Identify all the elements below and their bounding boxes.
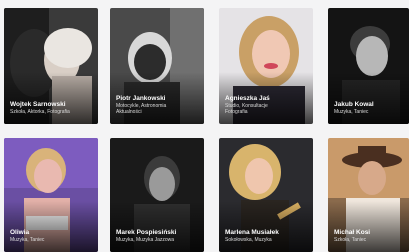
card-caption: Marlena Musiałek Sokołowska, Muzyka bbox=[225, 229, 309, 243]
card-caption: Oliwia Muzyka, Taniec bbox=[10, 229, 94, 243]
profile-name: Michał Kosi bbox=[334, 229, 371, 236]
profile-name: Piotr Jankowski bbox=[116, 95, 166, 102]
profile-card[interactable]: Piotr Jankowski Motocykle, Astronomia Ak… bbox=[110, 8, 204, 124]
profile-name: Marlena Musiałek bbox=[225, 229, 279, 236]
profile-tags-extra: Fotografia bbox=[225, 109, 248, 115]
profile-name: Jakub Kowal bbox=[334, 101, 374, 108]
profile-tags: Szkoła, Taniec bbox=[334, 237, 367, 243]
profile-card[interactable]: Oliwia Muzyka, Taniec bbox=[4, 138, 98, 252]
card-caption: Michał Kosi Szkoła, Taniec bbox=[334, 229, 405, 243]
caption-shade bbox=[219, 200, 313, 252]
profile-tags: Muzyka, Muzyka Jazzowa bbox=[116, 237, 175, 243]
profile-name: Wojtek Sarnowski bbox=[10, 101, 66, 108]
caption-shade bbox=[328, 71, 409, 124]
profile-card[interactable]: Jakub Kowal Muzyka, Taniec bbox=[328, 8, 409, 124]
profile-tags: Szkoła, Aktorka, Fotografia bbox=[10, 109, 70, 115]
profile-tags: Muzyka, Taniec bbox=[10, 237, 45, 243]
profile-name: Agnieszka Jaś bbox=[225, 95, 270, 102]
card-caption: Jakub Kowal Muzyka, Taniec bbox=[334, 101, 405, 115]
caption-shade bbox=[4, 200, 98, 252]
profile-card[interactable]: Wojtek Sarnowski Szkoła, Aktorka, Fotogr… bbox=[4, 8, 98, 124]
profile-name: Oliwia bbox=[10, 229, 30, 236]
profile-card[interactable]: Agnieszka Jaś Studio, Konsultacje Fotogr… bbox=[219, 8, 313, 124]
profile-card[interactable]: Marlena Musiałek Sokołowska, Muzyka bbox=[219, 138, 313, 252]
caption-shade bbox=[328, 200, 409, 252]
profile-tags-extra: Aktualności bbox=[116, 109, 142, 115]
card-caption: Wojtek Sarnowski Szkoła, Aktorka, Fotogr… bbox=[10, 101, 94, 115]
profile-card[interactable]: Michał Kosi Szkoła, Taniec bbox=[328, 138, 409, 252]
talent-grid: Wojtek Sarnowski Szkoła, Aktorka, Fotogr… bbox=[0, 0, 409, 252]
card-caption: Piotr Jankowski Motocykle, Astronomia Ak… bbox=[116, 95, 200, 115]
profile-tags: Muzyka, Taniec bbox=[334, 109, 369, 115]
caption-shade bbox=[4, 71, 98, 124]
profile-name: Marek Pospiesiński bbox=[116, 229, 177, 236]
caption-shade bbox=[110, 200, 204, 252]
card-caption: Agnieszka Jaś Studio, Konsultacje Fotogr… bbox=[225, 95, 309, 115]
card-caption: Marek Pospiesiński Muzyka, Muzyka Jazzow… bbox=[116, 229, 200, 243]
profile-card[interactable]: Marek Pospiesiński Muzyka, Muzyka Jazzow… bbox=[110, 138, 204, 252]
profile-tags: Sokołowska, Muzyka bbox=[225, 237, 272, 243]
